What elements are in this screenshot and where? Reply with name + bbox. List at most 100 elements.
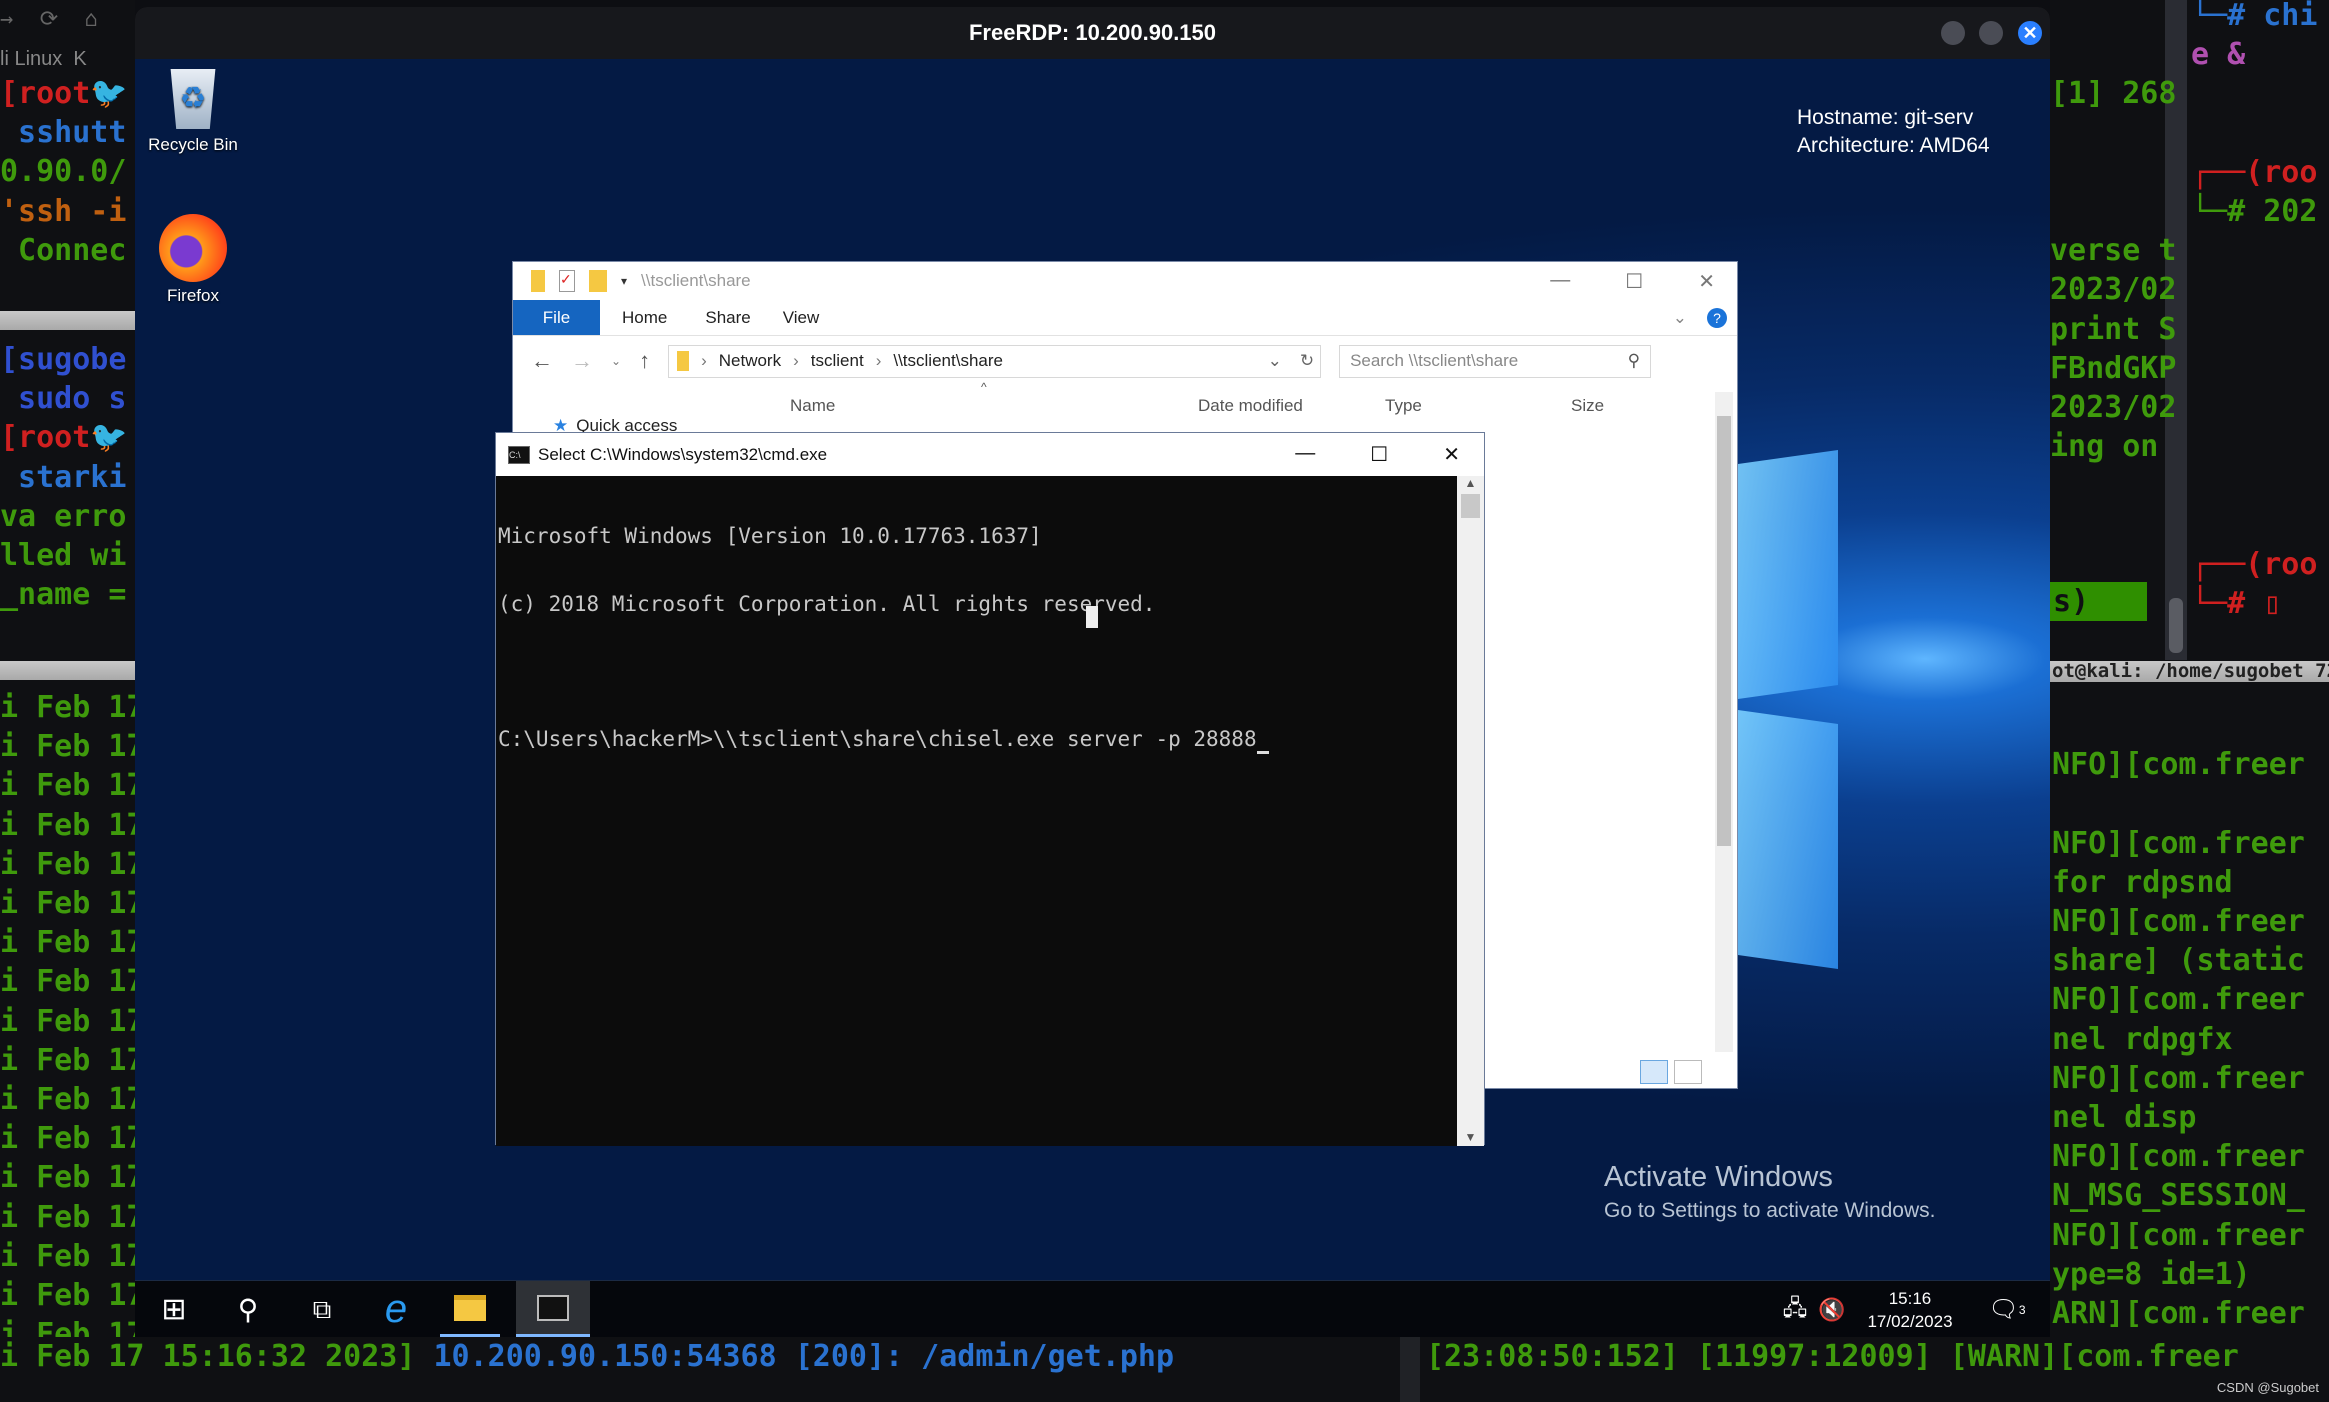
- recent-dropdown-icon[interactable]: ⌄: [611, 354, 621, 368]
- windows-logo-pane: [1738, 709, 1838, 970]
- address-bar[interactable]: › Network › tsclient › \\tsclient\share ⌄ ↻: [668, 344, 1322, 378]
- cmd-window: C:\ Select C:\Windows\system32\cmd.exe —…: [495, 432, 1485, 1146]
- close-button[interactable]: ✕: [2018, 21, 2042, 45]
- log-line: i Feb 17: [0, 964, 135, 1000]
- log-line: i Feb 17: [0, 1199, 135, 1235]
- details-view-icon[interactable]: [1640, 1060, 1668, 1084]
- tab-share[interactable]: Share: [689, 300, 766, 335]
- terminal-line: └─# ▯: [2191, 586, 2282, 621]
- task-view-button[interactable]: ⧉: [292, 1281, 352, 1337]
- close-button[interactable]: ✕: [1443, 442, 1460, 467]
- log-line: i Feb 17: [0, 925, 135, 961]
- log-line: i Feb 17: [0, 886, 135, 921]
- forward-icon[interactable]: →: [571, 348, 593, 374]
- time: 15:16: [1888, 1289, 1932, 1308]
- desktop-icon-recycle-bin[interactable]: ♻ Recycle Bin: [138, 69, 248, 155]
- folder-icon: [454, 1294, 486, 1321]
- desktop-icon-firefox[interactable]: Firefox: [138, 214, 248, 306]
- minimize-button[interactable]: —: [1550, 269, 1570, 294]
- expand-ribbon-icon[interactable]: ⌄: [1673, 308, 1687, 328]
- terminal-line: 0.90.0/: [0, 154, 127, 190]
- search-input[interactable]: Search \\tsclient\share ⚲: [1339, 344, 1652, 378]
- taskbar: ⊞ ⚲ ⧉ e 🖧 🔇 15:16 17/02/2023 🗨 3: [135, 1280, 2050, 1337]
- refresh-icon[interactable]: ↻: [1300, 351, 1320, 371]
- column-headers: ^ Name Date modified Type Size: [790, 380, 1605, 416]
- address-dropdown-icon[interactable]: ⌄: [1268, 351, 1288, 371]
- column-name[interactable]: Name: [790, 396, 835, 416]
- cmd-title: Select C:\Windows\system32\cmd.exe: [538, 444, 828, 464]
- minimize-button[interactable]: [1979, 21, 2003, 45]
- cmd-icon: [537, 1294, 569, 1321]
- large-icons-view-icon[interactable]: [1674, 1060, 1702, 1084]
- search-button[interactable]: ⚲: [218, 1281, 278, 1337]
- internet-explorer-button[interactable]: e: [366, 1281, 426, 1337]
- share-drive-icon: [531, 270, 545, 292]
- explorer-title: \\tsclient\share: [641, 271, 751, 290]
- notification-count: 3: [2018, 1302, 2026, 1317]
- log-line: i Feb 17: [0, 1160, 135, 1196]
- notification-center-button[interactable]: 🗨 3: [1985, 1281, 2029, 1337]
- browser-nav-fragment: → ⟳ ⌂: [0, 7, 98, 32]
- terminal-line: FBndGKP: [2050, 350, 2177, 386]
- terminal-divider[interactable]: [0, 311, 135, 330]
- activate-windows-title: Activate Windows: [1604, 1161, 1833, 1193]
- quick-access-dropdown-icon[interactable]: ▾: [621, 274, 627, 288]
- network-tray-icon[interactable]: 🖧: [1775, 1281, 1815, 1337]
- tab-home[interactable]: Home: [600, 300, 689, 335]
- log-line: i Feb 17: [0, 1238, 135, 1274]
- cmd-titlebar[interactable]: C:\ Select C:\Windows\system32\cmd.exe —…: [496, 433, 1484, 476]
- breadcrumb-network[interactable]: Network: [719, 351, 781, 371]
- cmd-taskbar-button[interactable]: [516, 1281, 590, 1337]
- rdp-titlebar[interactable]: FreeRDP: 10.200.90.150 ✕: [135, 7, 2050, 59]
- icon-label: Recycle Bin: [148, 135, 238, 154]
- terminal-divider[interactable]: [0, 661, 135, 680]
- search-icon: ⚲: [1627, 351, 1641, 370]
- log-line: ARN][com.freer: [2052, 1296, 2305, 1331]
- column-date-modified[interactable]: Date modified: [1198, 396, 1303, 416]
- activate-windows-subtitle: Go to Settings to activate Windows.: [1604, 1199, 1936, 1222]
- terminal-line: [root🐦: [0, 420, 128, 456]
- cmd-icon: C:\: [508, 445, 530, 464]
- log-line: share] (static: [2052, 943, 2305, 979]
- column-type[interactable]: Type: [1385, 396, 1422, 416]
- log-request: 10.200.90.150:54368 [200]: /admin/get.ph…: [415, 1339, 1175, 1374]
- tab-file[interactable]: File: [513, 300, 600, 335]
- terminal-line: └─# chi: [2191, 0, 2318, 33]
- tab-view[interactable]: View: [767, 300, 836, 335]
- log-line: i Feb 17: [0, 1082, 135, 1117]
- explorer-titlebar[interactable]: ✓ ▾ \\tsclient\share — ☐ ✕: [513, 262, 1737, 300]
- windows-logo-pane: [1738, 449, 1838, 700]
- close-button[interactable]: ✕: [1698, 269, 1715, 294]
- console-line: Microsoft Windows [Version 10.0.17763.16…: [498, 524, 1042, 548]
- log-line: i Feb 17: [0, 729, 135, 765]
- log-line: NFO][com.freer: [2052, 904, 2305, 939]
- cmd-console[interactable]: Microsoft Windows [Version 10.0.17763.16…: [496, 476, 1459, 1146]
- terminal-line: 2023/02: [2050, 272, 2177, 308]
- back-icon[interactable]: ←: [531, 348, 553, 374]
- scrollbar[interactable]: [1715, 392, 1733, 1052]
- maximize-button[interactable]: ☐: [1370, 442, 1388, 467]
- terminal-line: sudo s: [0, 381, 127, 417]
- new-folder-icon[interactable]: [589, 270, 607, 292]
- maximize-button[interactable]: [1941, 21, 1965, 45]
- terminal-line: va erro: [0, 498, 127, 534]
- properties-icon[interactable]: ✓: [559, 270, 575, 292]
- breadcrumb-tsclient[interactable]: tsclient: [811, 351, 864, 371]
- minimize-button[interactable]: —: [1295, 442, 1315, 467]
- column-size[interactable]: Size: [1571, 396, 1604, 416]
- rdp-title: FreeRDP: 10.200.90.150: [968, 20, 1217, 45]
- address-row: ← → ⌄ ↑ › Network › tsclient › \\tsclient\s…: [513, 336, 1737, 386]
- breadcrumb-share[interactable]: \\tsclient\share: [893, 351, 1003, 371]
- watermark: CSDN @Sugobet: [2214, 1380, 2321, 1396]
- up-icon[interactable]: ↑: [639, 348, 650, 374]
- file-explorer-button[interactable]: [440, 1281, 500, 1337]
- icon-label: Firefox: [167, 286, 219, 305]
- scrollbar[interactable]: ▲ ▼: [1457, 476, 1484, 1146]
- clock[interactable]: 15:16 17/02/2023: [1855, 1287, 1965, 1333]
- log-line: i Feb 17: [0, 1003, 135, 1039]
- maximize-button[interactable]: ☐: [1625, 269, 1643, 294]
- start-button[interactable]: ⊞: [144, 1281, 204, 1337]
- volume-muted-icon[interactable]: 🔇: [1812, 1281, 1852, 1337]
- help-icon[interactable]: ?: [1707, 307, 1727, 328]
